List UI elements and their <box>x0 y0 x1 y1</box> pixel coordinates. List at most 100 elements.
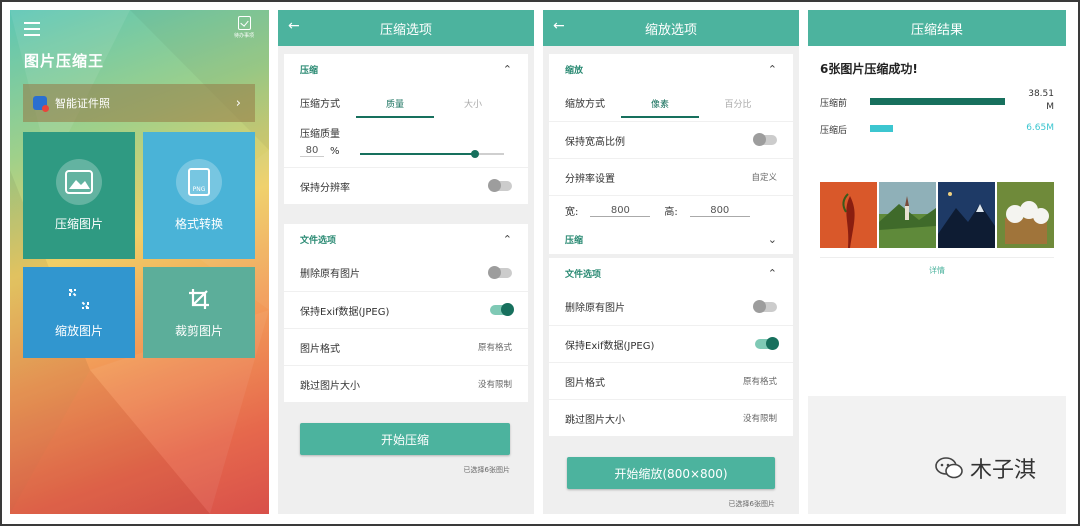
tab-size[interactable]: 大小 <box>434 87 512 118</box>
after-size-value: 6.65M <box>1026 123 1054 133</box>
resize-icon <box>67 287 91 314</box>
image-format-label: 图片格式 <box>565 377 605 389</box>
keep-exif-row: 保持Exif数据(JPEG) <box>549 325 793 362</box>
keep-ratio-row: 保持宽高比例 <box>549 121 793 158</box>
method-label: 缩放方式 <box>565 99 605 110</box>
format-convert-tile[interactable]: PNG 格式转换 <box>143 132 255 259</box>
image-format-row[interactable]: 图片格式 原有格式 <box>284 328 528 365</box>
quality-slider[interactable] <box>360 150 504 158</box>
keep-exif-toggle[interactable] <box>755 337 779 350</box>
tab-quality[interactable]: 质量 <box>356 87 434 118</box>
compress-section-header[interactable]: 压缩 ⌃ <box>284 54 528 84</box>
checklist-icon <box>237 16 251 30</box>
back-arrow-icon[interactable]: ← <box>288 18 300 34</box>
chevron-up-icon: ⌃ <box>502 232 512 246</box>
dimension-row: 宽: 800 高: 800 <box>549 195 793 225</box>
method-tabs: 像素 百分比 <box>621 87 777 118</box>
keep-resolution-toggle[interactable] <box>488 179 512 192</box>
thumbnail-mountain[interactable] <box>938 182 995 248</box>
section-title: 压缩 <box>565 235 584 246</box>
tab-percent[interactable]: 百分比 <box>699 87 777 118</box>
compress-section-card: 压缩 ⌃ 压缩方式 质量 大小 压缩质量 80 % 保持分辨率 <box>284 54 528 204</box>
success-message: 6张图片压缩成功! <box>820 62 918 76</box>
scale-section-card: 缩放 ⌃ 缩放方式 像素 百分比 保持宽高比例 分辨率设置 自定义 宽: 800… <box>549 54 793 225</box>
home-screen: 待办事项 图片压缩王 智能证件照 › 压缩图片 PNG 格式转换 缩放图片 裁剪… <box>10 10 269 514</box>
quality-input[interactable]: 80 <box>300 145 324 157</box>
wechat-icon <box>934 456 964 480</box>
height-input[interactable]: 800 <box>689 205 750 217</box>
keep-exif-toggle[interactable] <box>490 303 514 316</box>
selected-count: 已选择6张图片 <box>728 500 775 508</box>
before-label: 压缩前 <box>820 99 848 109</box>
thumbnail-village[interactable] <box>879 182 936 248</box>
image-format-value: 原有格式 <box>477 343 512 353</box>
tab-pixel[interactable]: 像素 <box>621 87 699 118</box>
keep-resolution-row: 保持分辨率 <box>284 167 528 204</box>
quality-label: 压缩质量 <box>300 129 340 140</box>
section-title: 文件选项 <box>565 269 602 280</box>
format-convert-label: 格式转换 <box>174 217 223 231</box>
skip-size-row[interactable]: 跳过图片大小 没有限制 <box>549 399 793 436</box>
width-input[interactable]: 800 <box>590 205 651 217</box>
before-size-bar <box>870 98 1005 105</box>
page-title: 压缩结果 <box>910 22 963 38</box>
compress-image-tile[interactable]: 压缩图片 <box>23 132 135 259</box>
file-options-card: 文件选项 ⌃ 删除原有图片 保持Exif数据(JPEG) 图片格式 原有格式 跳… <box>284 224 528 402</box>
file-options-header[interactable]: 文件选项 ⌃ <box>284 224 528 254</box>
image-format-row[interactable]: 图片格式 原有格式 <box>549 362 793 399</box>
scale-section-header[interactable]: 缩放 ⌃ <box>549 54 793 84</box>
start-scale-button[interactable]: 开始缩放(800×800) <box>567 457 775 489</box>
chevron-up-icon: ⌃ <box>767 62 777 76</box>
app-bar: 压缩结果 <box>808 10 1066 46</box>
skip-size-label: 跳过图片大小 <box>300 380 360 392</box>
delete-original-label: 删除原有图片 <box>300 269 360 280</box>
delete-original-toggle[interactable] <box>488 265 512 279</box>
image-icon <box>56 159 102 205</box>
delete-original-row: 删除原有图片 <box>549 288 793 325</box>
skip-size-value: 没有限制 <box>477 380 512 390</box>
compress-section-header[interactable]: 压缩 ⌄ <box>549 224 793 254</box>
thumbnail-flower[interactable] <box>820 182 877 248</box>
id-photo-entry[interactable]: 智能证件照 › <box>23 84 255 122</box>
slider-thumb[interactable] <box>471 150 480 158</box>
menu-icon[interactable] <box>24 22 40 36</box>
svg-text:PNG: PNG <box>193 186 206 193</box>
details-link[interactable]: 详情 <box>808 265 1066 276</box>
keep-exif-row: 保持Exif数据(JPEG) <box>284 291 528 328</box>
keep-resolution-label: 保持分辨率 <box>300 182 350 194</box>
thumbnail-strip <box>820 182 1054 248</box>
scale-image-label: 缩放图片 <box>54 323 103 338</box>
skip-size-value: 没有限制 <box>742 414 777 424</box>
keep-ratio-toggle[interactable] <box>753 133 777 146</box>
compress-options-screen: ← 压缩选项 压缩 ⌃ 压缩方式 质量 大小 压缩质量 80 % 保持分辨率 文… <box>278 10 534 514</box>
file-options-header[interactable]: 文件选项 ⌃ <box>549 258 793 288</box>
after-size-bar <box>870 125 893 132</box>
scale-method-row: 缩放方式 像素 百分比 <box>549 84 793 121</box>
delete-original-toggle[interactable] <box>753 299 777 313</box>
page-title: 缩放选项 <box>644 22 697 38</box>
thumbnail-puppies[interactable] <box>997 182 1054 248</box>
compress-image-label: 压缩图片 <box>54 217 103 231</box>
resolution-setting-value: 自定义 <box>751 173 777 183</box>
before-size-value: 38.51 M <box>1028 89 1054 112</box>
selected-count: 已选择6张图片 <box>463 466 510 474</box>
watermark-text: 木子淇 <box>969 458 1036 483</box>
skip-size-row[interactable]: 跳过图片大小 没有限制 <box>284 365 528 402</box>
keep-exif-label: 保持Exif数据(JPEG) <box>300 306 390 318</box>
crop-image-tile[interactable]: 裁剪图片 <box>143 267 255 358</box>
keep-exif-label: 保持Exif数据(JPEG) <box>565 340 655 352</box>
start-compress-button[interactable]: 开始压缩 <box>300 423 510 455</box>
scale-image-tile[interactable]: 缩放图片 <box>23 267 135 358</box>
section-title: 缩放 <box>565 65 584 76</box>
width-label: 宽: <box>565 207 579 218</box>
keep-ratio-label: 保持宽高比例 <box>565 136 625 148</box>
app-title: 图片压缩王 <box>24 52 105 70</box>
resolution-setting-row[interactable]: 分辨率设置 自定义 <box>549 158 793 195</box>
quality-row: 压缩质量 80 % <box>284 121 528 167</box>
todo-button[interactable]: 待办事项 <box>229 16 259 39</box>
back-arrow-icon[interactable]: ← <box>553 18 565 34</box>
crop-icon <box>187 287 211 314</box>
method-tabs: 质量 大小 <box>356 87 512 118</box>
id-photo-icon <box>33 96 49 112</box>
app-bar: ← 压缩选项 <box>278 10 534 46</box>
